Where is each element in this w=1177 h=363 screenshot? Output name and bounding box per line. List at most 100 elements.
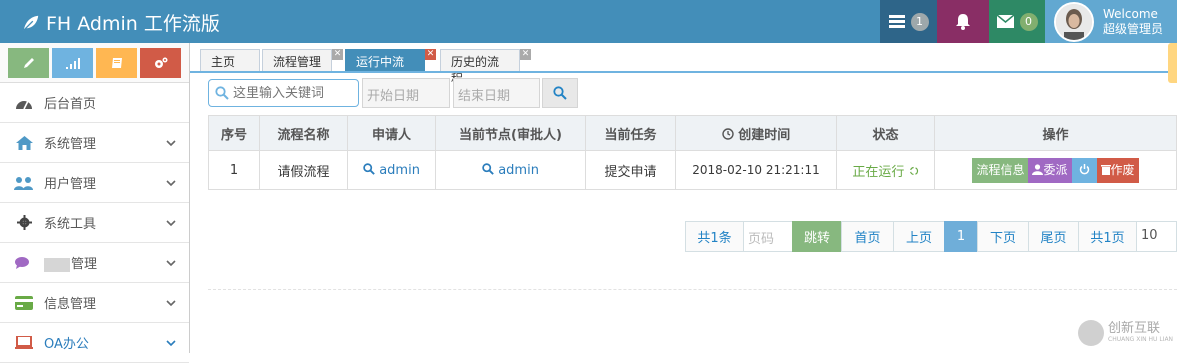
cell-applicant[interactable]: admin xyxy=(347,150,436,190)
keyword-search-field[interactable] xyxy=(208,79,359,107)
table-row: 1 请假流程 admin admin 提交申请 2018-02-10 21:21… xyxy=(208,150,1177,190)
credit-card-icon xyxy=(14,294,34,312)
process-table: 序号 流程名称 申请人 当前节点(审批人) 当前任务 创建时间 状态 操作 1 … xyxy=(208,115,1177,190)
sidebar-item-tools[interactable]: 系统工具 xyxy=(0,203,189,243)
delegate-button[interactable]: 委派 xyxy=(1028,157,1072,183)
tab-process-manage[interactable]: 流程管理 xyxy=(262,49,332,71)
sidebar-item-redacted[interactable]: 管理 xyxy=(0,243,189,283)
total-count: 共1条 xyxy=(685,221,744,252)
chevron-down-icon xyxy=(166,140,176,147)
close-icon[interactable]: ✕ xyxy=(425,49,436,60)
suspend-button[interactable] xyxy=(1071,157,1097,183)
avatar xyxy=(1054,1,1094,42)
page-number-input[interactable]: 页码 xyxy=(743,221,793,252)
signal-icon xyxy=(65,57,80,69)
clock-icon xyxy=(722,127,734,140)
last-page-button[interactable]: 尾页 xyxy=(1028,221,1079,252)
sidebar-item-oa[interactable]: OA办公 xyxy=(0,323,189,363)
messages-button[interactable]: 0 xyxy=(989,0,1045,43)
sidebar-shortcuts xyxy=(0,43,189,83)
tasks-button[interactable]: 1 xyxy=(880,0,937,43)
trash-icon xyxy=(1100,164,1111,175)
watermark-logo: 创新互联 CHUANG XIN HU LIAN xyxy=(1078,312,1177,353)
refresh-icon xyxy=(909,166,918,175)
first-page-button[interactable]: 首页 xyxy=(841,221,894,252)
jump-button[interactable]: 跳转 xyxy=(792,221,842,252)
sidebar-item-label: OA办公 xyxy=(44,337,89,352)
chevron-down-icon xyxy=(166,340,176,347)
settings-toggle[interactable] xyxy=(1168,43,1177,83)
sidebar-item-system[interactable]: 系统管理 xyxy=(0,123,189,163)
cell-status: 正在运行 xyxy=(836,150,935,190)
shortcut-book-button[interactable] xyxy=(96,48,137,78)
void-button[interactable]: 作废 xyxy=(1096,157,1139,183)
cogs-icon xyxy=(154,57,167,68)
page-size-select[interactable]: 10 xyxy=(1136,221,1177,252)
shortcut-cogs-button[interactable] xyxy=(140,48,181,78)
status-badge: 正在运行 xyxy=(852,164,905,180)
sidebar-item-label: 系统管理 xyxy=(44,137,97,152)
divider xyxy=(208,289,1177,290)
watermark-sub: CHUANG XIN HU LIAN xyxy=(1108,336,1174,343)
tasks-icon xyxy=(888,14,905,28)
search-icon xyxy=(553,86,567,100)
user-menu[interactable]: Welcome 超级管理员 xyxy=(1045,0,1177,43)
bell-icon xyxy=(956,14,970,30)
search-button[interactable] xyxy=(542,78,578,108)
close-icon[interactable]: ✕ xyxy=(332,49,343,60)
logo-icon xyxy=(1078,319,1104,346)
welcome-label: Welcome xyxy=(1103,6,1158,21)
laptop-icon xyxy=(14,334,34,352)
sidebar-item-label: 管理 xyxy=(71,257,98,272)
sidebar-item-home[interactable]: 后台首页 xyxy=(0,83,189,123)
power-icon xyxy=(1079,163,1089,174)
chevron-down-icon xyxy=(166,180,176,187)
tasks-badge: 1 xyxy=(910,12,929,31)
close-icon[interactable]: ✕ xyxy=(520,49,531,60)
cog-icon xyxy=(14,214,34,232)
sidebar-item-info[interactable]: 信息管理 xyxy=(0,283,189,323)
cell-created: 2018-02-10 21:21:11 xyxy=(675,150,837,190)
tab-running-process[interactable]: 运行中流程 xyxy=(345,49,425,86)
tab-strip: 主页 流程管理 ✕ 运行中流程 ✕ 历史的流程 ✕ xyxy=(190,43,1177,86)
cell-node[interactable]: admin xyxy=(435,150,586,190)
chevron-down-icon xyxy=(166,300,176,307)
applicant-link[interactable]: admin xyxy=(379,163,420,178)
node-approver-link[interactable]: admin xyxy=(498,163,539,178)
end-date-field[interactable]: 结束日期 xyxy=(453,78,540,108)
sidebar-item-label: 后台首页 xyxy=(44,97,97,112)
pagination: 共1条 页码 跳转 首页 上页 1 下页 尾页 共1页 10 xyxy=(685,221,1177,252)
cell-process-name: 请假流程 xyxy=(259,150,348,190)
shortcut-signal-button[interactable] xyxy=(52,48,93,78)
brand-title: FH Admin 工作流版 xyxy=(46,13,220,35)
chevron-down-icon xyxy=(166,220,176,227)
start-date-field[interactable]: 开始日期 xyxy=(362,78,450,108)
home-icon xyxy=(14,134,34,152)
search-icon xyxy=(482,162,494,175)
current-page[interactable]: 1 xyxy=(944,221,978,252)
col-header: 申请人 xyxy=(347,115,436,151)
tab-history-process[interactable]: 历史的流程 xyxy=(440,49,520,86)
col-header: 操作 xyxy=(934,115,1177,151)
process-info-button[interactable]: 流程信息 xyxy=(972,157,1029,183)
chevron-down-icon xyxy=(166,260,176,267)
shortcut-pencil-button[interactable] xyxy=(8,48,49,78)
prev-page-button[interactable]: 上页 xyxy=(893,221,945,252)
next-page-button[interactable]: 下页 xyxy=(977,221,1029,252)
col-header: 状态 xyxy=(836,115,935,151)
brand[interactable]: FH Admin 工作流版 xyxy=(22,9,220,36)
sidebar-item-label: 系统工具 xyxy=(44,217,97,232)
col-header: 当前节点(审批人) xyxy=(435,115,586,151)
sidebar-item-users[interactable]: 用户管理 xyxy=(0,163,189,203)
envelope-icon xyxy=(996,15,1014,28)
search-input[interactable] xyxy=(233,85,355,101)
sidebar-item-label: 信息管理 xyxy=(44,297,97,312)
notifications-button[interactable] xyxy=(937,0,989,43)
leaf-icon xyxy=(23,15,39,31)
redacted-text xyxy=(44,257,70,272)
comments-icon xyxy=(14,254,34,272)
pencil-icon xyxy=(23,58,34,68)
sidebar-item-label: 用户管理 xyxy=(44,177,97,192)
tab-home[interactable]: 主页 xyxy=(200,49,260,71)
top-navbar: FH Admin 工作流版 1 0 Welcome 超级管理员 xyxy=(0,0,1177,43)
